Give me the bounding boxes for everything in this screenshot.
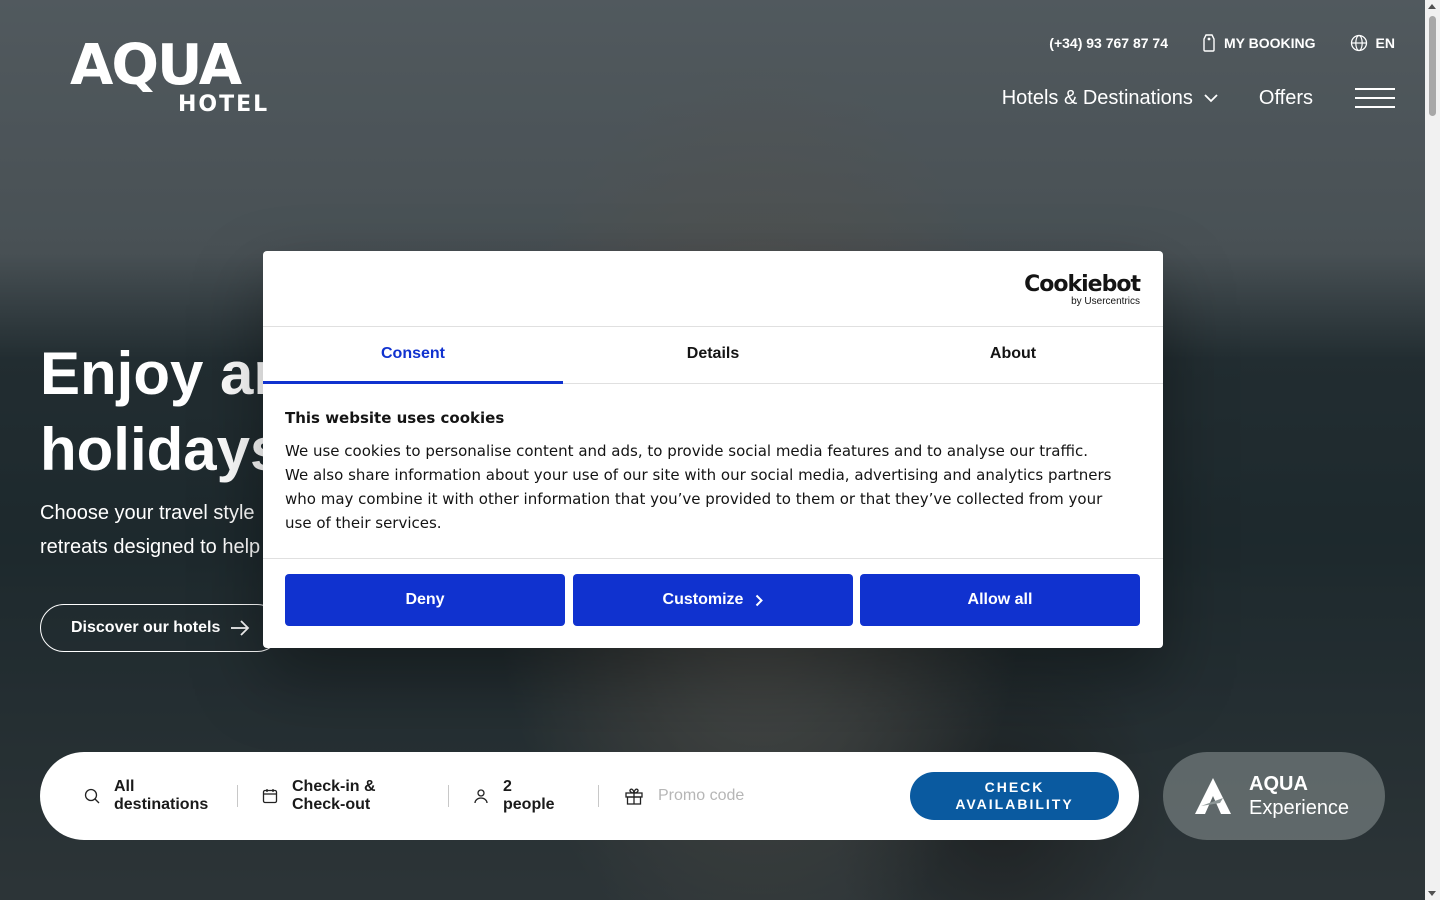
language-selector[interactable]: EN bbox=[1350, 34, 1395, 52]
dates-field[interactable]: Check-in & Check-out bbox=[262, 778, 376, 814]
customize-button[interactable]: Customize bbox=[573, 574, 853, 626]
chevron-down-icon bbox=[1204, 94, 1218, 103]
cookie-dialog-body: This website uses cookies We use cookies… bbox=[285, 409, 1115, 535]
discover-hotels-label: Discover our hotels bbox=[71, 619, 221, 636]
aqua-experience-button[interactable]: AQUA Experience bbox=[1163, 752, 1385, 840]
top-bar: (+34) 93 767 87 74 MY BOOKING EN bbox=[1049, 34, 1395, 52]
discover-hotels-button[interactable]: Discover our hotels bbox=[40, 604, 282, 652]
aqua-experience-line-2: Experience bbox=[1249, 797, 1350, 819]
page-scrollbar[interactable] bbox=[1425, 0, 1440, 900]
arrow-right-icon bbox=[231, 620, 250, 636]
phone-link[interactable]: (+34) 93 767 87 74 bbox=[1049, 35, 1168, 51]
scroll-up-arrow-icon[interactable] bbox=[1428, 4, 1436, 9]
destination-field[interactable]: All destinations bbox=[84, 778, 208, 814]
tab-consent[interactable]: Consent bbox=[263, 327, 563, 384]
calendar-icon bbox=[262, 789, 278, 804]
cookiebot-byline: by Usercentrics bbox=[1071, 296, 1140, 307]
language-label: EN bbox=[1375, 35, 1395, 51]
search-icon bbox=[84, 788, 100, 804]
people-line-1: 2 bbox=[503, 778, 512, 795]
deny-button[interactable]: Deny bbox=[285, 574, 565, 626]
people-field[interactable]: 2 people bbox=[473, 778, 555, 814]
allow-all-label: Allow all bbox=[967, 591, 1033, 608]
my-booking-label: MY BOOKING bbox=[1224, 35, 1316, 51]
cookie-dialog-heading: This website uses cookies bbox=[285, 409, 505, 427]
globe-icon bbox=[1350, 34, 1367, 52]
destination-line-2: destinations bbox=[114, 796, 209, 813]
tab-about[interactable]: About bbox=[863, 327, 1163, 383]
logo-brand: AQUA bbox=[70, 33, 242, 98]
check-availability-button[interactable]: CHECK AVAILABILITY bbox=[910, 772, 1119, 820]
check-label-line-1: CHECK bbox=[984, 779, 1045, 795]
site-logo[interactable]: AQUA HOTEL bbox=[70, 38, 270, 118]
cookie-tabs: Consent Details About bbox=[263, 326, 1163, 384]
phone-number: (+34) 93 767 87 74 bbox=[1049, 35, 1169, 51]
gift-icon bbox=[625, 788, 643, 805]
my-booking-link[interactable]: MY BOOKING bbox=[1202, 34, 1316, 52]
divider bbox=[598, 785, 599, 807]
divider bbox=[237, 785, 238, 807]
scroll-down-arrow-icon[interactable] bbox=[1428, 891, 1436, 896]
customize-label: Customize bbox=[662, 591, 744, 608]
logo-sub: HOTEL bbox=[178, 92, 270, 117]
scrollbar-thumb[interactable] bbox=[1429, 16, 1436, 116]
nav-hotels-label: Hotels & Destinations bbox=[1001, 86, 1193, 109]
check-label-line-2: AVAILABILITY bbox=[955, 796, 1074, 812]
destination-line-1: All bbox=[114, 778, 135, 795]
nav-offers[interactable]: Offers bbox=[1259, 87, 1313, 110]
dates-line-1: Check-in & bbox=[292, 778, 376, 795]
promo-code-placeholder: Promo code bbox=[658, 787, 745, 804]
cookiebot-wordmark: Cookiebot bbox=[1024, 272, 1141, 297]
person-icon bbox=[474, 789, 488, 804]
nav-hotels-destinations[interactable]: Hotels & Destinations bbox=[1002, 87, 1219, 110]
allow-all-button[interactable]: Allow all bbox=[860, 574, 1140, 626]
booking-bar: All destinations Check-in & Check-out 2 … bbox=[40, 752, 1139, 840]
people-line-2: people bbox=[503, 796, 555, 813]
main-nav: Hotels & Destinations Offers bbox=[1002, 86, 1395, 110]
cookiebot-logo: Cookiebot by Usercentrics bbox=[1024, 272, 1141, 308]
promo-code-field[interactable]: Promo code bbox=[624, 786, 744, 806]
cookie-consent-dialog: Cookiebot by Usercentrics Consent Detail… bbox=[263, 251, 1163, 648]
deny-label: Deny bbox=[405, 591, 445, 608]
cookie-dialog-text: We use cookies to personalise content an… bbox=[285, 442, 1112, 532]
booking-tag-icon bbox=[1203, 34, 1215, 52]
divider bbox=[448, 785, 449, 807]
aqua-experience-line-1: AQUA bbox=[1249, 773, 1308, 795]
dates-line-2: Check-out bbox=[292, 796, 371, 813]
menu-hamburger-icon[interactable] bbox=[1355, 86, 1395, 110]
aqua-logo-mark-icon bbox=[1195, 778, 1231, 814]
chevron-right-icon bbox=[756, 594, 764, 606]
cookie-dialog-footer: Deny Customize Allow all bbox=[263, 558, 1163, 648]
tab-details[interactable]: Details bbox=[563, 327, 863, 383]
